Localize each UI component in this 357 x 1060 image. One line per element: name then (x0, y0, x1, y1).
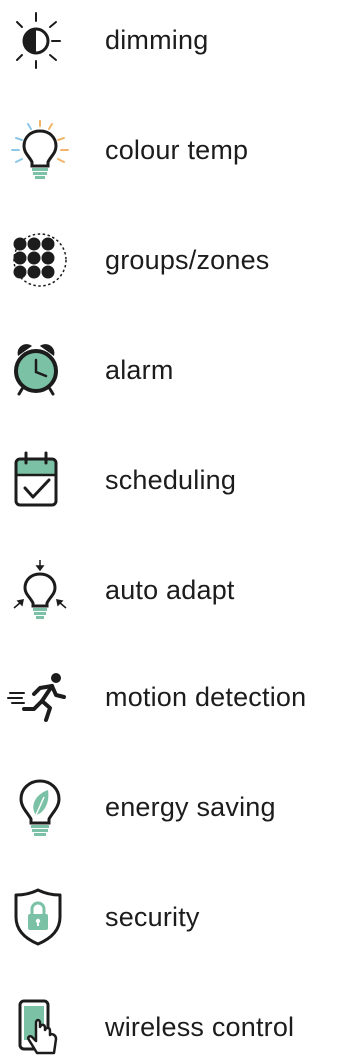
shield-lock-icon (6, 887, 70, 947)
feature-label: energy saving (105, 792, 276, 822)
feature-motion-detection: motion detection (0, 667, 357, 727)
feature-label: dimming (105, 25, 209, 55)
feature-label: wireless control (105, 1012, 295, 1042)
feature-wireless-control: wireless control (0, 997, 357, 1057)
calendar-check-icon (6, 450, 70, 510)
feature-dimming: dimming (0, 10, 357, 70)
phone-tap-icon (6, 997, 70, 1057)
feature-label: auto adapt (105, 575, 235, 605)
feature-list: dimming colour temp groups/zones alarm s… (0, 0, 357, 1060)
feature-energy-saving: energy saving (0, 777, 357, 837)
bulb-rays-icon (6, 120, 70, 180)
dot-grid-icon (6, 230, 70, 290)
bulb-arrows-icon (6, 560, 70, 620)
feature-colour-temp: colour temp (0, 120, 357, 180)
feature-label: alarm (105, 355, 174, 385)
bulb-leaf-icon (6, 777, 70, 837)
half-sun-icon (6, 10, 70, 70)
feature-label: scheduling (105, 465, 237, 495)
feature-label: groups/zones (105, 245, 270, 275)
running-person-icon (6, 667, 70, 727)
feature-alarm: alarm (0, 340, 357, 400)
feature-label: security (105, 902, 200, 932)
feature-security: security (0, 887, 357, 947)
feature-label: colour temp (105, 135, 249, 165)
feature-auto-adapt: auto adapt (0, 560, 357, 620)
feature-groups-zones: groups/zones (0, 230, 357, 290)
feature-label: motion detection (105, 682, 307, 712)
feature-scheduling: scheduling (0, 450, 357, 510)
alarm-clock-icon (6, 340, 70, 400)
